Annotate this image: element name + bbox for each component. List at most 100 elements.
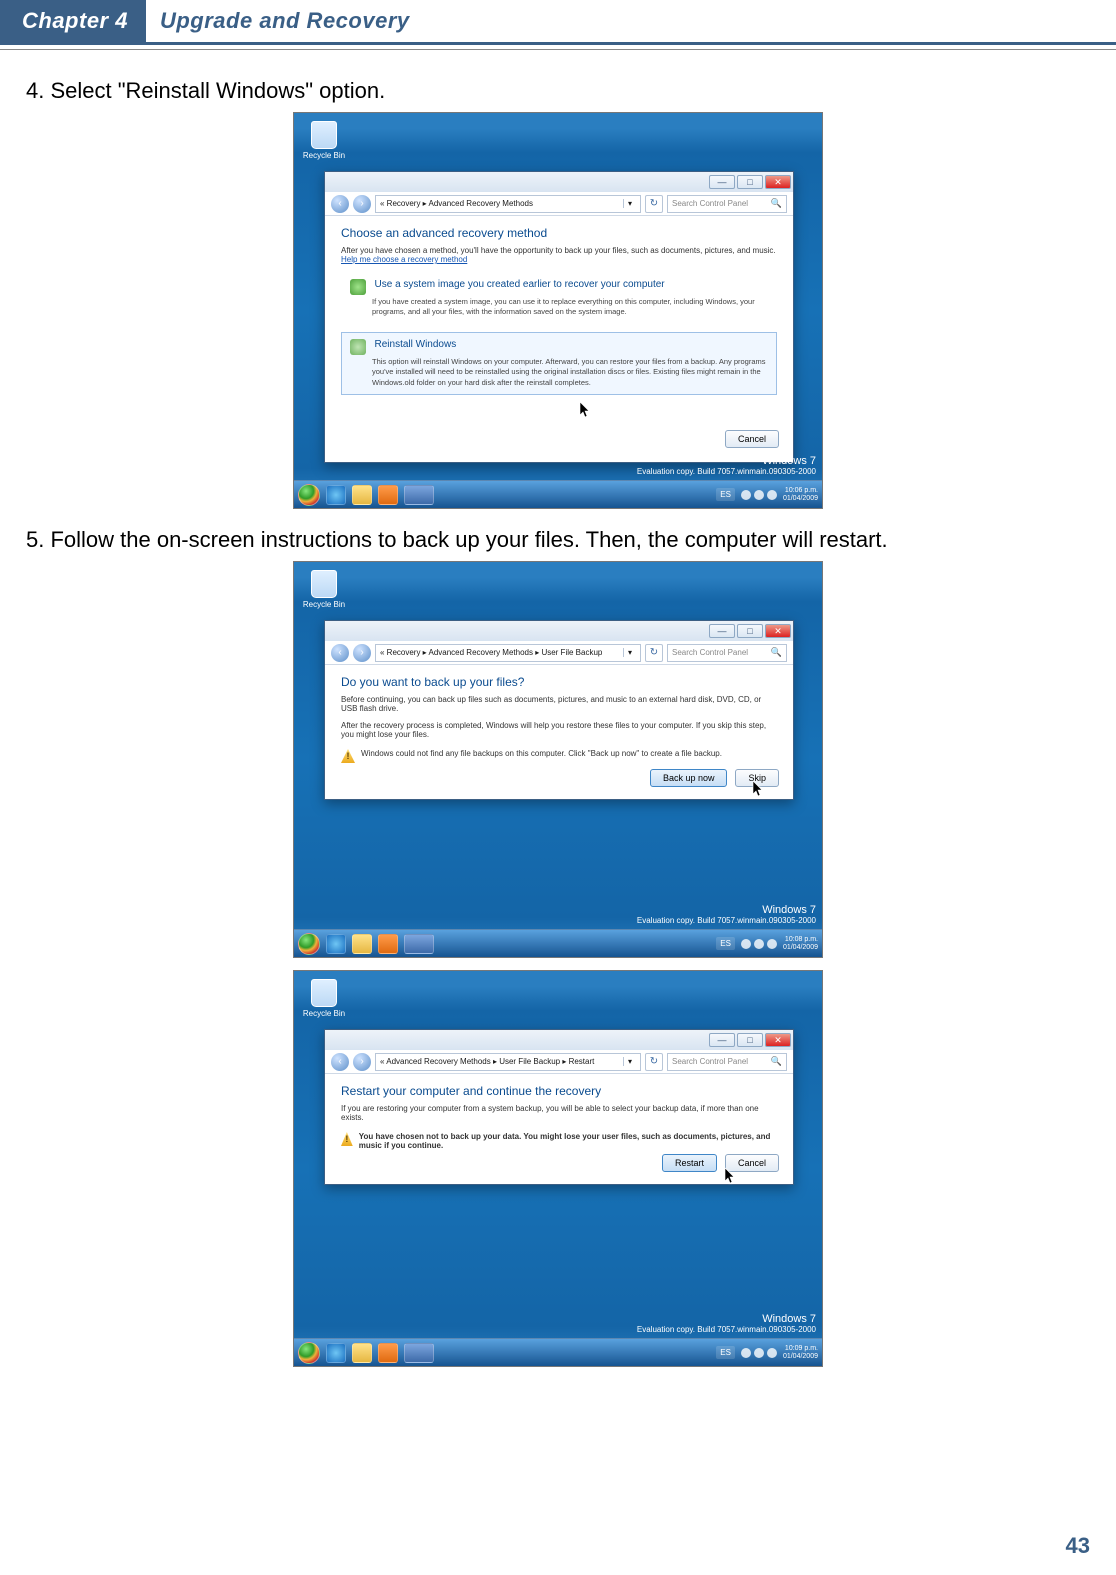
breadcrumb[interactable]: « Recovery ▸ Advanced Recovery Methods ▾ bbox=[375, 195, 641, 213]
breadcrumb-bar: ‹ › « Advanced Recovery Methods ▸ User F… bbox=[325, 1050, 793, 1074]
breadcrumb-dropdown-icon[interactable]: ▾ bbox=[623, 648, 636, 657]
nav-back-icon[interactable]: ‹ bbox=[331, 195, 349, 213]
dialog-heading: Restart your computer and continue the r… bbox=[341, 1084, 777, 1098]
warning-text: You have chosen not to back up your data… bbox=[359, 1132, 777, 1150]
help-link[interactable]: Help me choose a recovery method bbox=[341, 255, 467, 264]
taskbar: ES 10:06 p.m.01/04/2009 bbox=[294, 480, 822, 508]
maximize-button[interactable]: □ bbox=[737, 1033, 763, 1047]
search-icon: 🔍 bbox=[771, 647, 782, 658]
dialog-paragraph-2: After the recovery process is completed,… bbox=[341, 721, 777, 739]
taskbar-ie-icon[interactable] bbox=[326, 485, 346, 505]
option-reinstall-desc: This option will reinstall Windows on yo… bbox=[350, 357, 768, 387]
recycle-bin-icon[interactable]: Recycle Bin bbox=[302, 121, 346, 160]
nav-forward-icon[interactable]: › bbox=[353, 195, 371, 213]
taskbar-explorer-icon[interactable] bbox=[352, 934, 372, 954]
breadcrumb-text: « Advanced Recovery Methods ▸ User File … bbox=[380, 1057, 594, 1066]
close-button[interactable]: ✕ bbox=[765, 175, 791, 189]
warning-text: Windows could not find any file backups … bbox=[361, 749, 722, 758]
step-5-text: 5. Follow the on-screen instructions to … bbox=[26, 527, 1090, 553]
backup-now-button[interactable]: Back up now bbox=[650, 769, 728, 787]
taskbar-explorer-icon[interactable] bbox=[352, 1343, 372, 1363]
dialog-paragraph-1: Before continuing, you can back up files… bbox=[341, 695, 777, 713]
start-button[interactable] bbox=[298, 484, 320, 506]
chapter-title: Upgrade and Recovery bbox=[146, 0, 410, 42]
recycle-bin-icon[interactable]: Recycle Bin bbox=[302, 979, 346, 1018]
recovery-dialog-3: — □ ✕ ‹ › « Advanced Recovery Methods ▸ … bbox=[324, 1029, 794, 1185]
search-input[interactable]: Search Control Panel 🔍 bbox=[667, 1053, 787, 1071]
taskbar-clock[interactable]: 10:09 p.m.01/04/2009 bbox=[783, 1345, 818, 1360]
search-icon: 🔍 bbox=[771, 1056, 782, 1067]
option-reinstall-windows[interactable]: Reinstall Windows This option will reins… bbox=[341, 332, 777, 394]
taskbar-app-icon[interactable] bbox=[404, 1343, 434, 1363]
taskbar-clock[interactable]: 10:08 p.m.01/04/2009 bbox=[783, 936, 818, 951]
nav-forward-icon[interactable]: › bbox=[353, 1053, 371, 1071]
cancel-button[interactable]: Cancel bbox=[725, 430, 779, 448]
refresh-icon[interactable]: ↻ bbox=[645, 644, 663, 662]
close-button[interactable]: ✕ bbox=[765, 624, 791, 638]
search-icon: 🔍 bbox=[771, 198, 782, 209]
minimize-button[interactable]: — bbox=[709, 624, 735, 638]
evaluation-watermark: Windows 7 Evaluation copy. Build 7057.wi… bbox=[637, 904, 816, 925]
taskbar-media-icon[interactable] bbox=[378, 485, 398, 505]
close-button[interactable]: ✕ bbox=[765, 1033, 791, 1047]
tray-icons[interactable] bbox=[741, 1348, 777, 1358]
restart-button[interactable]: Restart bbox=[662, 1154, 717, 1172]
breadcrumb[interactable]: « Recovery ▸ Advanced Recovery Methods ▸… bbox=[375, 644, 641, 662]
window-titlebar: — □ ✕ bbox=[325, 1030, 793, 1050]
language-indicator[interactable]: ES bbox=[716, 1346, 735, 1359]
option-reinstall-title: Reinstall Windows bbox=[375, 339, 457, 350]
taskbar-media-icon[interactable] bbox=[378, 1343, 398, 1363]
taskbar-explorer-icon[interactable] bbox=[352, 485, 372, 505]
taskbar-clock[interactable]: 10:06 p.m.01/04/2009 bbox=[783, 487, 818, 502]
minimize-button[interactable]: — bbox=[709, 1033, 735, 1047]
taskbar: ES 10:09 p.m.01/04/2009 bbox=[294, 1338, 822, 1366]
recycle-bin-icon[interactable]: Recycle Bin bbox=[302, 570, 346, 609]
tray-icons[interactable] bbox=[741, 490, 777, 500]
window-titlebar: — □ ✕ bbox=[325, 172, 793, 192]
taskbar-ie-icon[interactable] bbox=[326, 934, 346, 954]
evaluation-watermark: Windows 7 Evaluation copy. Build 7057.wi… bbox=[637, 1313, 816, 1334]
recycle-bin-label: Recycle Bin bbox=[302, 600, 346, 609]
breadcrumb[interactable]: « Advanced Recovery Methods ▸ User File … bbox=[375, 1053, 641, 1071]
search-input[interactable]: Search Control Panel 🔍 bbox=[667, 195, 787, 213]
cursor-icon bbox=[580, 402, 592, 420]
maximize-button[interactable]: □ bbox=[737, 175, 763, 189]
page-number: 43 bbox=[1066, 1533, 1090, 1559]
screenshot-3: Recycle Bin — □ ✕ ‹ › « Advanced Recover… bbox=[293, 970, 823, 1367]
nav-back-icon[interactable]: ‹ bbox=[331, 1053, 349, 1071]
minimize-button[interactable]: — bbox=[709, 175, 735, 189]
nav-forward-icon[interactable]: › bbox=[353, 644, 371, 662]
breadcrumb-dropdown-icon[interactable]: ▾ bbox=[623, 1057, 636, 1066]
language-indicator[interactable]: ES bbox=[716, 937, 735, 950]
dialog-heading: Choose an advanced recovery method bbox=[341, 226, 777, 240]
option-system-image-title: Use a system image you created earlier t… bbox=[375, 279, 665, 290]
tray-icons[interactable] bbox=[741, 939, 777, 949]
maximize-button[interactable]: □ bbox=[737, 624, 763, 638]
language-indicator[interactable]: ES bbox=[716, 488, 735, 501]
skip-button[interactable]: Skip bbox=[735, 769, 779, 787]
refresh-icon[interactable]: ↻ bbox=[645, 195, 663, 213]
step-4-text: 4. Select "Reinstall Windows" option. bbox=[26, 78, 1090, 104]
search-placeholder: Search Control Panel bbox=[672, 199, 748, 208]
nav-back-icon[interactable]: ‹ bbox=[331, 644, 349, 662]
recycle-bin-label: Recycle Bin bbox=[302, 1009, 346, 1018]
option-system-image-desc: If you have created a system image, you … bbox=[350, 297, 768, 317]
start-button[interactable] bbox=[298, 1342, 320, 1364]
cancel-button[interactable]: Cancel bbox=[725, 1154, 779, 1172]
taskbar-app-icon[interactable] bbox=[404, 934, 434, 954]
taskbar-app-icon[interactable] bbox=[404, 485, 434, 505]
warning-icon: ! bbox=[341, 1132, 353, 1146]
option-system-image[interactable]: Use a system image you created earlier t… bbox=[341, 272, 777, 324]
taskbar-media-icon[interactable] bbox=[378, 934, 398, 954]
breadcrumb-bar: ‹ › « Recovery ▸ Advanced Recovery Metho… bbox=[325, 641, 793, 665]
recycle-bin-label: Recycle Bin bbox=[302, 151, 346, 160]
refresh-icon[interactable]: ↻ bbox=[645, 1053, 663, 1071]
search-input[interactable]: Search Control Panel 🔍 bbox=[667, 644, 787, 662]
breadcrumb-bar: ‹ › « Recovery ▸ Advanced Recovery Metho… bbox=[325, 192, 793, 216]
system-image-icon bbox=[350, 279, 366, 295]
breadcrumb-text: « Recovery ▸ Advanced Recovery Methods bbox=[380, 199, 533, 208]
taskbar-ie-icon[interactable] bbox=[326, 1343, 346, 1363]
warning-row: ! You have chosen not to back up your da… bbox=[341, 1132, 777, 1150]
start-button[interactable] bbox=[298, 933, 320, 955]
breadcrumb-dropdown-icon[interactable]: ▾ bbox=[623, 199, 636, 208]
